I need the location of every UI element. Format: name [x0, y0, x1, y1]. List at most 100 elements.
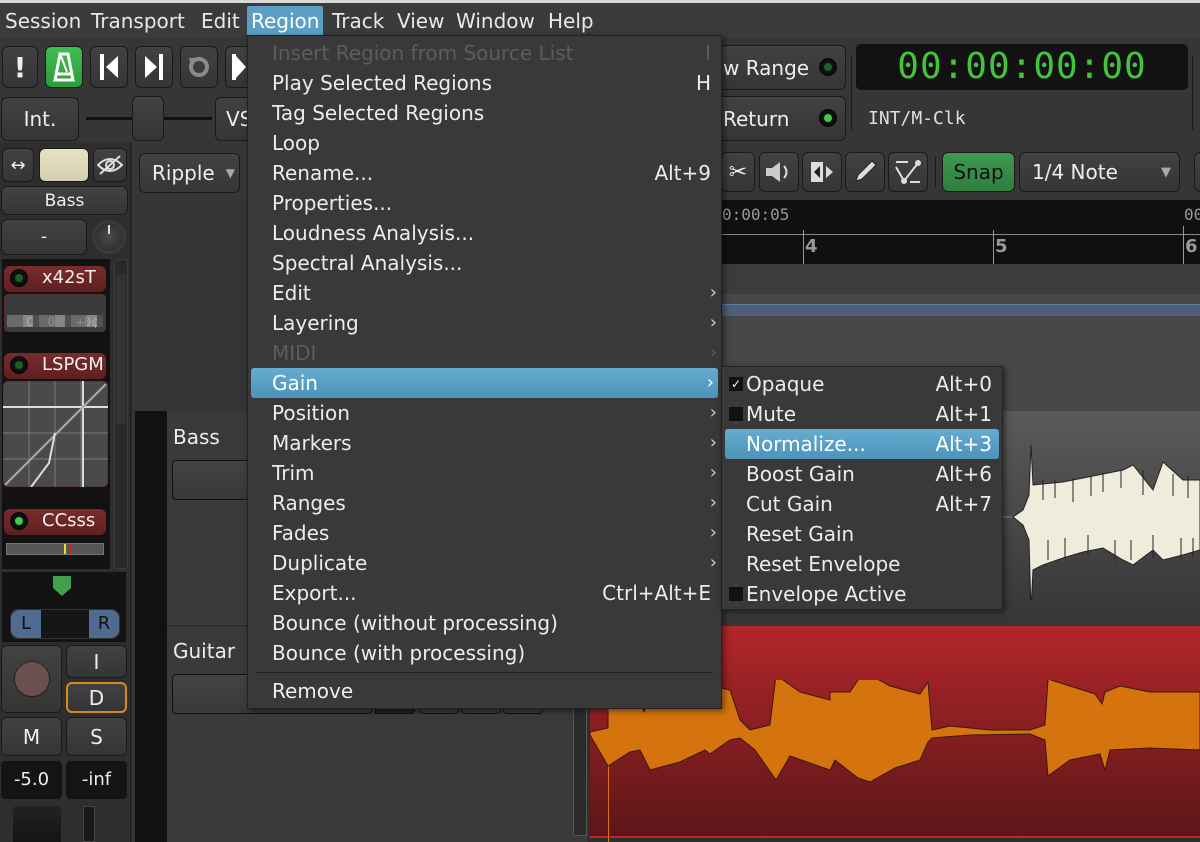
processor-scrollbar[interactable] [114, 259, 128, 569]
goto-end-button[interactable] [135, 46, 173, 88]
menu-item-fades[interactable]: Fades › [248, 518, 721, 548]
menu-item-cut-gain[interactable]: Cut Gain Alt+7 [722, 489, 1002, 519]
menu-item-reset-gain[interactable]: Reset Gain [722, 519, 1002, 549]
pan-position-marker[interactable] [53, 576, 71, 596]
audition-tool-button[interactable] [759, 152, 799, 192]
scrollbar-thumb[interactable] [116, 274, 126, 424]
strip-name-button[interactable]: Bass [1, 186, 128, 215]
menu-item-properties[interactable]: Properties... [248, 188, 721, 218]
menu-item-gain[interactable]: Gain › [251, 368, 718, 398]
plugin-led[interactable] [10, 512, 28, 530]
gain-display[interactable]: -5.0 [1, 761, 62, 799]
menu-item-label: Opaque [746, 372, 825, 396]
range-selection-bar[interactable] [722, 304, 1200, 316]
toolbar-overflow-button[interactable] [1194, 152, 1200, 192]
primary-clock[interactable]: 00:00:00:00 [856, 44, 1188, 90]
menu-item-remove[interactable]: Remove [248, 676, 721, 706]
draw-tool-button[interactable] [845, 152, 885, 192]
menu-item-label: Ranges [272, 491, 346, 515]
mute-button[interactable]: M [1, 717, 62, 756]
checkbox-unchecked-icon[interactable] [729, 587, 743, 601]
track-height-scrollbar[interactable] [573, 700, 587, 836]
plugin-x42st[interactable]: x42sT [4, 266, 106, 292]
menu-region[interactable]: Region [247, 6, 324, 38]
goto-start-button[interactable] [90, 46, 128, 88]
cut-tool-button[interactable]: ✂ [721, 152, 755, 192]
stretch-tool-button[interactable] [802, 152, 842, 192]
menu-help[interactable]: Help [544, 6, 598, 38]
menu-item-duplicate[interactable]: Duplicate › [248, 548, 721, 578]
menu-session[interactable]: Session [1, 6, 85, 38]
menu-item-label: Normalize... [746, 432, 866, 456]
metronome-button[interactable] [45, 46, 83, 88]
panner[interactable]: L R [2, 572, 126, 642]
menu-item-export[interactable]: Export... Ctrl+Alt+E [248, 578, 721, 608]
menu-item-opaque[interactable]: ✓ Opaque Alt+0 [722, 369, 1002, 399]
menu-view[interactable]: View [393, 6, 448, 38]
menu-item-ranges[interactable]: Ranges › [248, 488, 721, 518]
internal-edit-tool-button[interactable] [888, 152, 928, 192]
edit-mode-dropdown[interactable]: Ripple ▼ [139, 153, 240, 193]
menu-item-edit[interactable]: Edit › [248, 278, 721, 308]
error-alert-button[interactable]: ! [2, 46, 38, 88]
menu-item-markers[interactable]: Markers › [248, 428, 721, 458]
menu-transport[interactable]: Transport [87, 6, 189, 38]
bar-number: 6 [1185, 236, 1198, 257]
menu-item-spectral-analysis[interactable]: Spectral Analysis... [248, 248, 721, 278]
menu-item-reset-envelope[interactable]: Reset Envelope [722, 549, 1002, 579]
menu-item-envelope-active[interactable]: Envelope Active [722, 579, 1002, 609]
input-button[interactable]: - [1, 219, 87, 255]
internal-sync-button[interactable]: Int. [1, 97, 79, 141]
skip-back-icon [100, 54, 118, 80]
pan-left-label: L [11, 610, 41, 638]
menu-item-normalize[interactable]: Normalize... Alt+3 [725, 429, 999, 459]
grid-type-dropdown[interactable]: 1/4 Note ▼ [1019, 152, 1180, 192]
loop-button[interactable] [180, 46, 218, 88]
menu-window[interactable]: Window [452, 6, 539, 38]
shuttle-slider-handle[interactable] [132, 96, 164, 141]
menu-item-tag-selected[interactable]: Tag Selected Regions [248, 98, 721, 128]
plugin-lspgm[interactable]: LSPGM [4, 353, 106, 379]
input-monitor-button[interactable]: I [66, 645, 127, 678]
checkbox-unchecked-icon[interactable] [729, 407, 743, 421]
plugin-led[interactable] [10, 269, 28, 287]
menu-item-loudness-analysis[interactable]: Loudness Analysis... [248, 218, 721, 248]
menu-item-label: Spectral Analysis... [272, 251, 463, 275]
menu-item-label: Edit [272, 281, 311, 305]
scissors-icon: ✂ [728, 159, 748, 185]
solo-button[interactable]: S [66, 717, 127, 756]
plugin-name: LSPGM [42, 354, 104, 375]
track-color-swatch[interactable] [39, 148, 89, 182]
timeline-ruler[interactable]: 0:00:05 00 4 5 6 [722, 200, 1200, 265]
menu-item-accel: H [695, 71, 711, 95]
auto-return-label: Return [723, 106, 790, 131]
menu-item-label: Tag Selected Regions [272, 101, 485, 125]
menu-item-position[interactable]: Position › [248, 398, 721, 428]
disk-monitor-button[interactable]: D [66, 682, 127, 713]
trim-knob[interactable] [92, 220, 126, 254]
menu-item-mute[interactable]: Mute Alt+1 [722, 399, 1002, 429]
record-arm-button[interactable] [1, 645, 62, 713]
track-color-bar [135, 411, 167, 842]
plugin-ccsss[interactable]: CCsss [4, 509, 106, 535]
gain-fader[interactable] [13, 806, 61, 842]
menu-item-loop[interactable]: Loop [248, 128, 721, 158]
plugin-led[interactable] [10, 356, 28, 374]
strip-width-button[interactable]: ↔ [2, 148, 34, 182]
bass-waveform[interactable] [1003, 440, 1200, 600]
menu-item-boost-gain[interactable]: Boost Gain Alt+6 [722, 459, 1002, 489]
menu-item-trim[interactable]: Trim › [248, 458, 721, 488]
menu-item-rename[interactable]: Rename... Alt+9 [248, 158, 721, 188]
chevron-down-icon: ▼ [225, 166, 235, 180]
skip-forward-icon [145, 54, 163, 80]
menu-item-bounce-without-processing[interactable]: Bounce (without processing) [248, 608, 721, 638]
menu-item-play-selected[interactable]: Play Selected Regions H [248, 68, 721, 98]
peak-display[interactable]: -inf [66, 761, 127, 799]
menu-item-bounce-with-processing[interactable]: Bounce (with processing) [248, 638, 721, 668]
hide-strip-button[interactable] [93, 148, 127, 182]
checkbox-checked-icon[interactable]: ✓ [729, 377, 743, 391]
snap-toggle-button[interactable]: Snap [942, 152, 1015, 192]
menu-item-layering[interactable]: Layering › [248, 308, 721, 338]
menu-track[interactable]: Track [328, 6, 388, 38]
menu-edit[interactable]: Edit [197, 6, 244, 38]
